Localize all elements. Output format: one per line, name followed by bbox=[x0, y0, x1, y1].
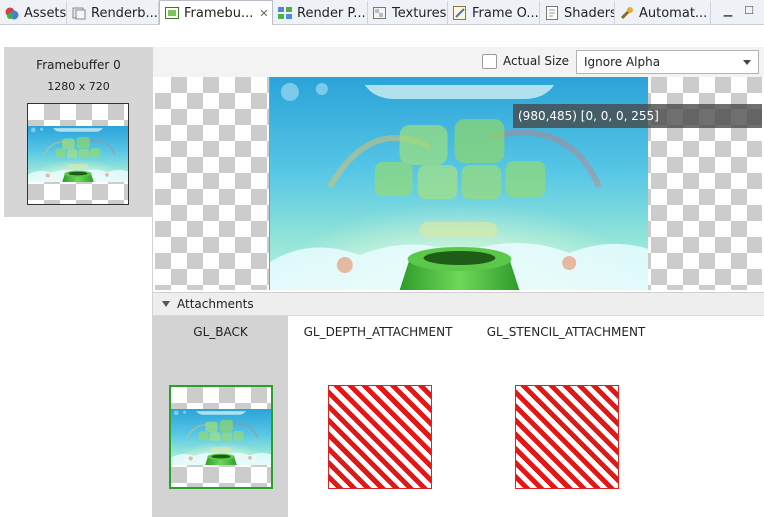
textures-icon bbox=[372, 5, 388, 21]
framebuffer-thumbnail bbox=[27, 103, 129, 205]
minimize-icon[interactable]: ▁ bbox=[720, 3, 736, 19]
renderbuffer-icon bbox=[71, 5, 87, 21]
attachment-gl-back[interactable]: GL_BACK bbox=[153, 316, 288, 517]
framebuffer-size: 1280 x 720 bbox=[47, 80, 110, 93]
tab-label: Automat... bbox=[639, 5, 708, 21]
tab-label: Frame O... bbox=[472, 5, 539, 21]
tab-framebuffers[interactable]: Framebu... ✕ bbox=[159, 0, 273, 25]
viewer-toolbar: Actual Size Ignore Alpha bbox=[153, 47, 764, 77]
shaders-icon bbox=[544, 5, 560, 21]
attachments-header[interactable]: Attachments bbox=[153, 292, 764, 316]
tab-textures[interactable]: Textures bbox=[368, 1, 448, 25]
tab-label: Render P... bbox=[297, 5, 366, 21]
frame-overview-icon bbox=[452, 5, 468, 21]
attachment-gl-depth[interactable]: GL_DEPTH_ATTACHMENT bbox=[288, 316, 468, 517]
collapse-triangle-icon[interactable] bbox=[162, 301, 170, 307]
alpha-mode-dropdown[interactable]: Ignore Alpha bbox=[576, 50, 759, 74]
attachment-label: GL_BACK bbox=[193, 325, 248, 339]
framebuffer-list-item[interactable]: Framebuffer 0 1280 x 720 bbox=[4, 47, 153, 217]
unavailable-hatch-thumbnail bbox=[328, 385, 432, 489]
tab-render-pipeline[interactable]: Render P... bbox=[273, 1, 368, 25]
actual-size-checkbox[interactable] bbox=[482, 54, 497, 69]
maximize-icon[interactable]: ☐ bbox=[741, 3, 757, 19]
tab-label: Assets bbox=[24, 5, 67, 21]
tab-renderbuffers[interactable]: Renderb... bbox=[67, 1, 159, 25]
attachments-panel: GL_BACK GL_DEPTH_ATTACHMENT GL_STENCIL_A… bbox=[153, 316, 764, 517]
tab-label: Shaders bbox=[564, 5, 615, 21]
attachment-thumbnail bbox=[169, 385, 273, 489]
framebuffer-icon bbox=[164, 5, 180, 21]
close-tab-icon[interactable]: ✕ bbox=[259, 7, 268, 20]
pixel-info-tooltip: (980,485) [0, 0, 0, 255] bbox=[513, 104, 762, 128]
framebuffer-title: Framebuffer 0 bbox=[36, 58, 121, 72]
framebuffer-list: Framebuffer 0 1280 x 720 bbox=[4, 47, 153, 517]
render-pipeline-icon bbox=[277, 5, 293, 21]
chevron-down-icon bbox=[743, 60, 751, 65]
attachment-label: GL_STENCIL_ATTACHMENT bbox=[486, 325, 646, 339]
automation-icon bbox=[619, 5, 635, 21]
attachment-label: GL_DEPTH_ATTACHMENT bbox=[303, 325, 453, 339]
tab-assets[interactable]: Assets bbox=[0, 1, 67, 25]
tab-frame-overview[interactable]: Frame O... bbox=[448, 1, 540, 25]
tab-automation[interactable]: Automat... bbox=[615, 1, 711, 25]
alpha-mode-value: Ignore Alpha bbox=[584, 55, 661, 69]
tab-label: Textures bbox=[392, 5, 447, 21]
attachments-title: Attachments bbox=[177, 297, 254, 311]
tab-label: Renderb... bbox=[91, 5, 158, 21]
view-tab-bar: Assets Renderb... Framebu... ✕ Render P.… bbox=[0, 0, 764, 25]
attachment-gl-stencil[interactable]: GL_STENCIL_ATTACHMENT bbox=[468, 316, 664, 517]
assets-icon bbox=[4, 5, 20, 21]
framebuffer-viewer[interactable]: (980,485) [0, 0, 0, 255] bbox=[155, 77, 762, 290]
unavailable-hatch-thumbnail bbox=[515, 385, 619, 489]
actual-size-label: Actual Size bbox=[503, 54, 570, 68]
tab-shaders[interactable]: Shaders bbox=[540, 1, 615, 25]
tab-label: Framebu... bbox=[184, 5, 254, 21]
